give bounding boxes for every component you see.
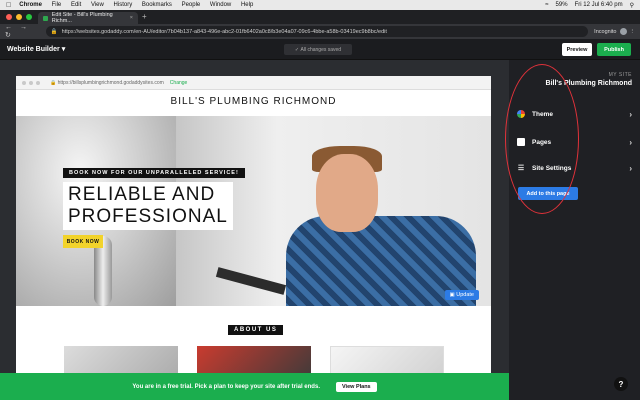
panel-label: MY SITE xyxy=(608,72,632,78)
browser-tab[interactable]: Edit Site - Bill's Plumbing Richm... × xyxy=(38,12,138,24)
trial-banner: You are in a free trial. Pick a plan to … xyxy=(0,373,509,400)
status-area: ≈ 59% Fri 12 Jul 6:40 pm ⚲ xyxy=(545,2,634,9)
hero-section[interactable]: BOOK NOW FOR OUR UNPARALLELED SERVICE! R… xyxy=(16,116,491,306)
lock-icon: 🔒 xyxy=(50,28,58,35)
forward-icon[interactable]: → xyxy=(20,24,27,31)
new-tab-icon[interactable]: + xyxy=(142,12,147,21)
preview-browser-bar: 🔒 https://billsplumbingrichmond.godaddys… xyxy=(16,76,491,90)
address-bar-row: ← → ↻ 🔒 https://websites.godaddy.com/en-… xyxy=(0,24,640,39)
publish-button[interactable]: Publish xyxy=(597,43,631,56)
url-text: https://websites.godaddy.com/en-AU/edito… xyxy=(61,28,387,35)
chevron-down-icon: ▾ xyxy=(61,46,66,53)
headline-line-2: PROFESSIONAL xyxy=(68,206,228,227)
trial-message: You are in a free trial. Pick a plan to … xyxy=(132,383,320,390)
back-icon[interactable]: ← xyxy=(5,24,12,31)
nav-buttons: ← → ↻ xyxy=(5,24,46,39)
reload-icon[interactable]: ↻ xyxy=(5,32,11,39)
update-label: Update xyxy=(456,292,474,298)
menu-history[interactable]: History xyxy=(114,2,133,8)
site-preview-frame[interactable]: 🔒 https://billsplumbingrichmond.godaddys… xyxy=(16,76,491,400)
hero-headline[interactable]: RELIABLE AND PROFESSIONAL xyxy=(63,182,233,230)
tab-strip: Edit Site - Bill's Plumbing Richm... × + xyxy=(0,10,640,24)
close-tab-icon[interactable]: × xyxy=(130,15,133,21)
favicon-icon xyxy=(43,15,48,21)
wifi-icon[interactable]: ≈ xyxy=(545,2,548,8)
builder-toolbar: Website Builder ▾ ✓ All changes saved Pr… xyxy=(0,39,640,60)
menu-bookmarks[interactable]: Bookmarks xyxy=(142,2,172,8)
help-icon[interactable]: ? xyxy=(614,377,628,391)
app-menu: Chrome File Edit View History Bookmarks … xyxy=(19,2,261,8)
preview-button[interactable]: Preview xyxy=(562,43,592,56)
incognito-label: Incognito xyxy=(594,28,617,35)
website-builder-menu[interactable]: Website Builder ▾ xyxy=(7,45,65,53)
menu-edit[interactable]: Edit xyxy=(71,2,81,8)
menu-view[interactable]: View xyxy=(91,2,104,8)
brand-label: Website Builder xyxy=(7,46,60,53)
incognito-indicator[interactable]: Incognito ⋮ xyxy=(594,28,635,35)
site-title[interactable]: BILL'S PLUMBING RICHMOND xyxy=(16,96,491,107)
maximize-window-icon[interactable] xyxy=(26,14,32,20)
hero-image-wrench xyxy=(215,267,287,295)
menu-window[interactable]: Window xyxy=(210,2,231,8)
tab-title: Edit Site - Bill's Plumbing Richm... xyxy=(51,12,113,24)
hero-image-plumber xyxy=(316,154,378,232)
apple-icon[interactable]:  xyxy=(6,2,11,9)
close-window-icon[interactable] xyxy=(6,14,12,20)
update-image-button[interactable]: ▣ Update xyxy=(444,290,479,300)
menu-app-chrome[interactable]: Chrome xyxy=(19,2,42,8)
clock[interactable]: Fri 12 Jul 6:40 pm xyxy=(575,2,623,8)
editor-canvas: 🔒 https://billsplumbingrichmond.godaddys… xyxy=(0,60,509,400)
headline-line-1: RELIABLE AND xyxy=(68,184,216,205)
url-input[interactable]: 🔒 https://websites.godaddy.com/en-AU/edi… xyxy=(45,26,589,37)
saved-status: ✓ All changes saved xyxy=(284,44,352,55)
lock-icon: 🔒 xyxy=(50,79,58,86)
view-plans-button[interactable]: View Plans xyxy=(335,381,377,392)
battery-percent[interactable]: 59% xyxy=(556,2,568,8)
change-url-link[interactable]: Change xyxy=(170,80,188,86)
chevron-right-icon: › xyxy=(629,163,632,173)
minimize-window-icon[interactable] xyxy=(16,14,22,20)
book-now-button[interactable]: BOOK NOW xyxy=(63,235,103,248)
incognito-icon xyxy=(619,28,627,35)
menu-file[interactable]: File xyxy=(52,2,62,8)
search-icon[interactable]: ⚲ xyxy=(630,2,634,9)
saved-status-text: All changes saved xyxy=(300,46,342,53)
hero-tagline[interactable]: BOOK NOW FOR OUR UNPARALLELED SERVICE! xyxy=(63,168,245,178)
preview-window-dots xyxy=(22,80,40,85)
chevron-right-icon: › xyxy=(629,109,632,119)
about-us-heading[interactable]: ABOUT US xyxy=(228,325,284,335)
more-menu-icon[interactable]: ⋮ xyxy=(630,29,636,35)
annotation-oval xyxy=(505,64,579,214)
chevron-right-icon: › xyxy=(629,137,632,147)
preview-url: https://billsplumbingrichmond.godaddysit… xyxy=(57,79,164,86)
menu-help[interactable]: Help xyxy=(241,2,253,8)
menu-people[interactable]: People xyxy=(182,2,201,8)
window-controls xyxy=(6,14,32,20)
macos-menu-bar:  Chrome File Edit View History Bookmark… xyxy=(0,0,640,10)
